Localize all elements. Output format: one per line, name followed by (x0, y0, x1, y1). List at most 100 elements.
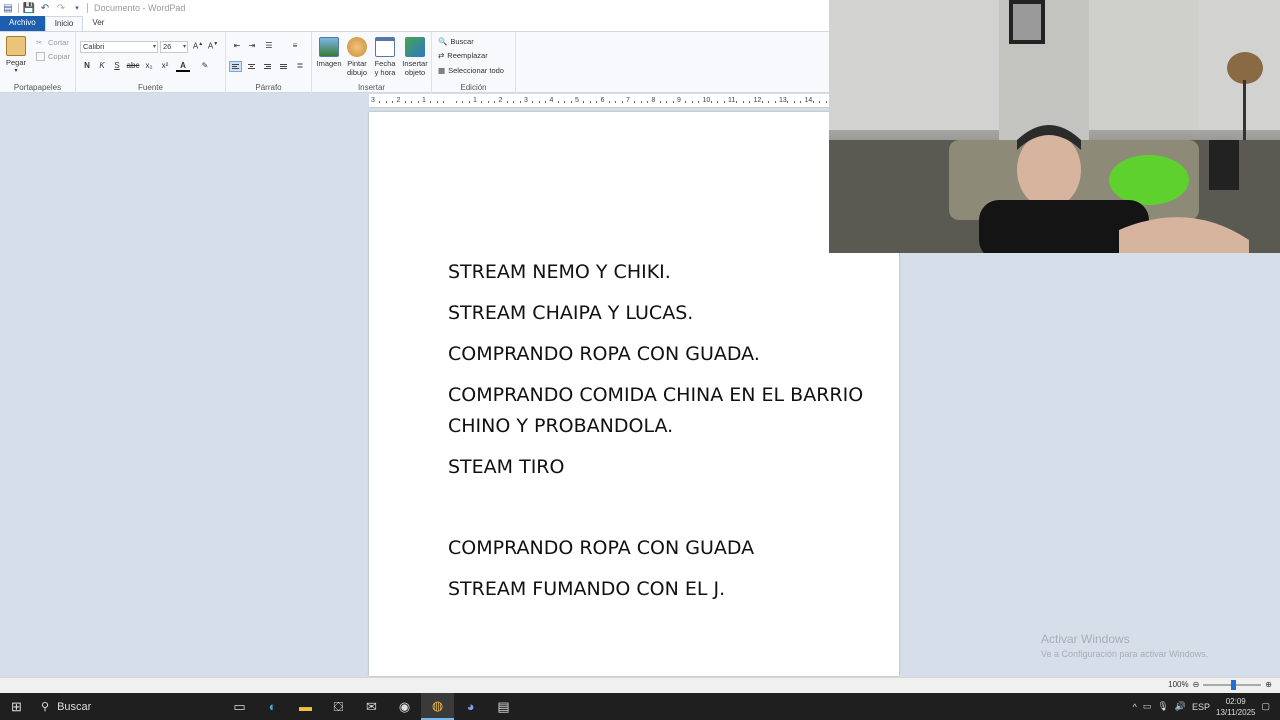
ruler[interactable]: 321123456789101112131415 (369, 94, 853, 108)
subscript-button[interactable]: x₂ (142, 61, 156, 70)
ruler-tick: 13 (779, 97, 787, 104)
watermark-title: Activar Windows (1041, 632, 1130, 646)
zoom-slider[interactable] (1203, 679, 1262, 690)
obs-icon[interactable]: ◉ (388, 693, 421, 720)
wordpad-taskbar-icon[interactable]: ▤ (487, 693, 520, 720)
line-spacing-icon[interactable]: ≡ (288, 41, 302, 50)
increase-indent-icon[interactable]: ⇥ (245, 41, 259, 50)
ruler-tick: 4 (549, 97, 554, 104)
task-view-icon[interactable]: ▭ (223, 693, 256, 720)
document-paragraph[interactable]: COMPRANDO ROPA CON GUADA (448, 533, 868, 564)
italic-button[interactable]: K (95, 61, 109, 70)
bold-button[interactable]: N (80, 61, 94, 70)
speaker-icon[interactable]: 🔊 (1175, 701, 1186, 712)
align-right-button[interactable] (261, 61, 274, 72)
discord-icon[interactable]: ◕ (454, 693, 487, 720)
redo-icon[interactable]: ↷ (55, 2, 67, 14)
insert-image-button[interactable]: Imagen (316, 37, 342, 68)
ruler-dot (494, 101, 496, 103)
ruler-dot (443, 101, 445, 103)
notifications-icon[interactable]: ▢ (1261, 701, 1270, 712)
superscript-button[interactable]: x² (158, 61, 172, 70)
document-paragraph[interactable]: STREAM CHAIPA Y LUCAS. (448, 298, 868, 329)
zoom-in-icon[interactable]: ⊕ (1265, 680, 1272, 689)
insert-object-button[interactable]: Insertar objeto (400, 37, 430, 77)
copy-icon (36, 52, 45, 61)
language-indicator[interactable]: ESP (1192, 702, 1210, 712)
paint-drawing-button[interactable]: Pintar dibujo (344, 37, 370, 77)
tab-inicio[interactable]: Inicio (44, 16, 84, 31)
font-size-value: 26 (163, 42, 172, 51)
underline-button[interactable]: S (110, 61, 124, 70)
object-icon (405, 37, 425, 57)
font-color-button[interactable]: A (176, 61, 190, 72)
document-paragraph[interactable]: COMPRANDO COMIDA CHINA EN EL BARRIO CHIN… (448, 380, 868, 442)
wordpad-app-icon[interactable]: ▤ (2, 2, 14, 14)
customize-quick-access-icon[interactable]: ▾ (71, 2, 83, 14)
shrink-font-icon[interactable]: A▼ (206, 41, 220, 51)
zoom-control: 100% ⊖ ⊕ (1168, 679, 1272, 690)
highlight-icon[interactable]: ✎ (198, 61, 212, 70)
replace-button[interactable]: ⇄ Reemplazar (438, 51, 488, 60)
store-icon[interactable]: ⛋ (322, 693, 355, 720)
justify-button[interactable] (277, 61, 290, 72)
insert-object-label: Insertar objeto (402, 59, 428, 77)
ruler-dot (615, 101, 617, 103)
ruler-dot (417, 101, 419, 103)
document-paragraph[interactable]: STREAM FUMANDO CON EL J. (448, 574, 868, 605)
document-paragraph[interactable]: STEAM TIRO (448, 452, 868, 483)
zoom-out-icon[interactable]: ⊖ (1193, 680, 1200, 689)
chrome-icon[interactable]: ◍ (421, 693, 454, 720)
paragraph-settings-icon[interactable]: ≣ (293, 61, 307, 70)
network-icon[interactable]: ▭ (1143, 701, 1152, 712)
cut-button[interactable]: ✂ Cortar (36, 38, 69, 47)
ruler-dot (481, 101, 483, 103)
ruler-dot (787, 101, 789, 103)
ruler-dot (825, 101, 827, 103)
ruler-dot (532, 101, 534, 103)
search-icon: ⚲ (41, 701, 50, 713)
mail-icon[interactable]: ✉ (355, 693, 388, 720)
document-paragraph[interactable]: COMPRANDO ROPA CON GUADA. (448, 339, 868, 370)
document-body[interactable]: STREAM NEMO Y CHIKI. STREAM CHAIPA Y LUCA… (448, 257, 868, 615)
decrease-indent-icon[interactable]: ⇤ (230, 41, 244, 50)
grow-font-icon[interactable]: A▲ (191, 41, 205, 51)
font-size-select[interactable]: 26 ▾ (160, 41, 188, 53)
ruler-dot (647, 101, 649, 103)
empty-paragraph[interactable] (448, 493, 868, 533)
copy-button[interactable]: Copiar (36, 52, 70, 61)
document-paragraph[interactable]: STREAM NEMO Y CHIKI. (448, 257, 868, 288)
align-left-button[interactable] (229, 61, 242, 72)
webcam-overlay (829, 0, 1280, 253)
windows-start-icon[interactable]: ⊞ (0, 693, 33, 720)
font-family-select[interactable]: Calibri ▾ (80, 41, 158, 53)
taskbar-search[interactable]: ⚲ Buscar (33, 693, 223, 720)
ruler-dot (487, 101, 489, 103)
edge-browser-icon[interactable]: ◐ (256, 693, 289, 720)
undo-icon[interactable]: ↶ (39, 2, 51, 14)
paste-button[interactable]: Pegar ▾ (6, 36, 26, 76)
zoom-slider-knob[interactable] (1231, 679, 1237, 690)
date-time-button[interactable]: Fecha y hora (372, 37, 398, 77)
green-jacket (1109, 155, 1189, 205)
ruler-tick: 12 (753, 97, 762, 104)
image-icon (319, 37, 339, 57)
window-title: Documento - WordPad (94, 3, 186, 13)
ruler-dot (519, 101, 521, 103)
ruler-dot (436, 101, 438, 103)
bullet-list-icon[interactable]: ☰ (262, 41, 276, 50)
microphone-icon[interactable]: 🎙 (1157, 701, 1168, 712)
tab-ver[interactable]: Ver (83, 16, 113, 31)
strikethrough-button[interactable]: abc (126, 61, 140, 70)
align-center-button[interactable] (245, 61, 258, 72)
ruler-tick: 3 (524, 97, 528, 104)
tab-archivo[interactable]: Archivo (0, 16, 45, 31)
save-icon[interactable]: 💾 (23, 2, 35, 14)
file-explorer-icon[interactable]: ▬ (289, 693, 322, 720)
select-all-button[interactable]: ▦ Seleccionar todo (438, 66, 504, 75)
taskbar-search-label: Buscar (57, 700, 92, 713)
show-hidden-icons-icon[interactable]: ^ (1133, 702, 1137, 712)
taskbar-clock[interactable]: 02:09 13/11/2025 (1216, 696, 1255, 718)
find-button[interactable]: 🔍 Buscar (438, 37, 474, 46)
document-page[interactable]: STREAM NEMO Y CHIKI. STREAM CHAIPA Y LUCA… (369, 112, 899, 676)
